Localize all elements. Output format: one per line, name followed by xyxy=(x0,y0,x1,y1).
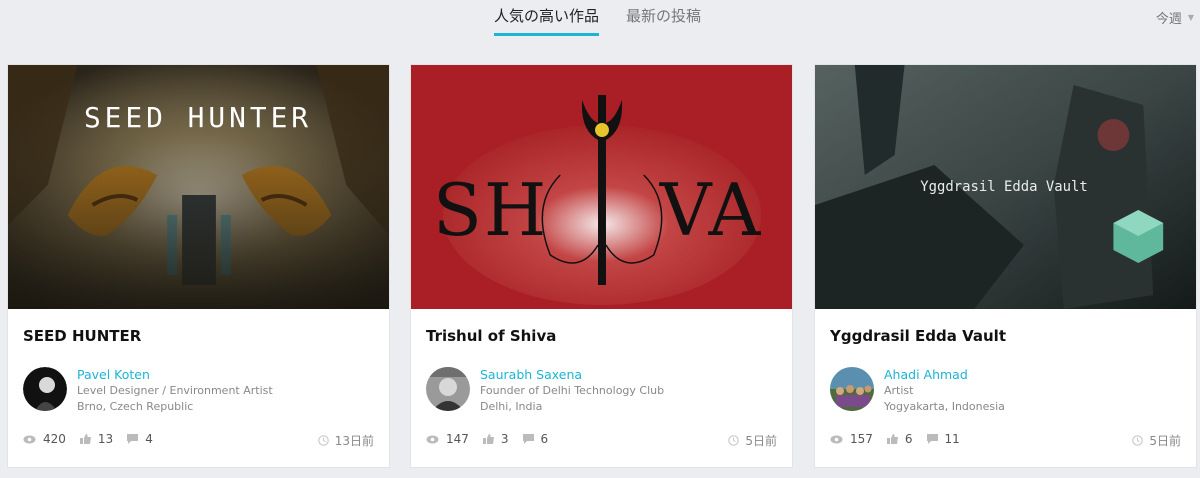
likes-stat: 6 xyxy=(886,432,913,446)
author-location: Yogyakarta, Indonesia xyxy=(884,400,1005,413)
likes-stat: 13 xyxy=(79,432,114,446)
top-bar: 人気の高い作品 最新の投稿 今週 ▼ xyxy=(0,0,1200,52)
stats-row: 147 3 6 xyxy=(426,432,562,446)
author-role: Artist xyxy=(884,384,914,397)
period-label: 今週 xyxy=(1155,12,1182,27)
chevron-down-icon: ▼ xyxy=(1187,13,1194,22)
author-block: Saurabh Saxena Founder of Delhi Technolo… xyxy=(426,367,664,415)
eye-icon xyxy=(426,435,439,443)
comment-icon xyxy=(926,434,938,444)
views-count: 420 xyxy=(43,432,66,446)
tab-latest[interactable]: 最新の投稿 xyxy=(626,0,701,36)
artwork-text-left: SH xyxy=(433,168,548,252)
clock-icon xyxy=(317,435,329,446)
artwork-thumbnail[interactable]: SH VA xyxy=(411,65,792,309)
author-name[interactable]: Saurabh Saxena xyxy=(480,367,664,383)
comments-count: 6 xyxy=(540,432,549,446)
author-name[interactable]: Ahadi Ahmad xyxy=(884,367,1005,383)
views-stat: 420 xyxy=(23,432,66,446)
author-location: Brno, Czech Republic xyxy=(77,400,194,413)
likes-stat: 3 xyxy=(482,432,509,446)
eye-icon xyxy=(23,435,36,443)
thumbs-up-icon xyxy=(886,434,898,444)
sort-tabs: 人気の高い作品 最新の投稿 xyxy=(494,0,728,36)
author-location: Delhi, India xyxy=(480,400,543,413)
avatar[interactable] xyxy=(23,367,67,411)
author-block: Ahadi Ahmad Artist Yogyakarta, Indonesia xyxy=(830,367,1005,415)
views-stat: 147 xyxy=(426,432,469,446)
comment-icon xyxy=(127,434,139,444)
views-count: 147 xyxy=(446,432,469,446)
clock-icon xyxy=(728,435,740,446)
posted-time: 5日前 xyxy=(728,432,777,449)
artwork-title[interactable]: Yggdrasil Edda Vault xyxy=(830,327,1006,345)
clock-icon xyxy=(1132,435,1144,446)
comments-stat: 11 xyxy=(926,432,960,446)
posted-time: 13日前 xyxy=(317,432,374,449)
thumbs-up-icon xyxy=(79,434,91,444)
stats-row: 420 13 4 xyxy=(23,432,167,446)
views-count: 157 xyxy=(850,432,873,446)
eye-icon xyxy=(830,435,843,443)
time-label: 13日前 xyxy=(334,434,374,448)
tab-popular[interactable]: 人気の高い作品 xyxy=(494,0,600,36)
avatar[interactable] xyxy=(426,367,470,411)
comment-icon xyxy=(522,434,534,444)
artwork-thumbnail[interactable]: SEED HUNTER xyxy=(8,65,389,309)
artwork-card: SEED HUNTER SEED HUNTER Pavel Koten Leve… xyxy=(7,64,390,468)
time-label: 5日前 xyxy=(1149,434,1181,448)
artwork-title-text: SEED HUNTER xyxy=(84,101,312,134)
likes-count: 6 xyxy=(904,432,913,446)
author-name[interactable]: Pavel Koten xyxy=(77,367,273,383)
author-role: Level Designer / Environment Artist xyxy=(77,384,273,397)
likes-count: 3 xyxy=(500,432,509,446)
time-label: 5日前 xyxy=(745,434,777,448)
comments-stat: 4 xyxy=(127,432,153,446)
yggdrasil-artwork: Yggdrasil Edda Vault xyxy=(815,65,1196,309)
artwork-text-right: VA xyxy=(659,168,763,252)
thumbs-up-icon xyxy=(482,434,494,444)
artwork-title-text: Yggdrasil Edda Vault xyxy=(920,179,1088,195)
shiva-artwork: SH VA xyxy=(411,65,792,309)
comments-stat: 6 xyxy=(522,432,549,446)
seed-hunter-artwork: SEED HUNTER xyxy=(8,65,389,309)
author-role: Founder of Delhi Technology Club xyxy=(480,384,665,397)
comments-count: 4 xyxy=(145,432,153,446)
artwork-card: Yggdrasil Edda Vault Yggdrasil Edda Vaul… xyxy=(814,64,1197,468)
views-stat: 157 xyxy=(830,432,873,446)
posted-time: 5日前 xyxy=(1132,432,1181,449)
comments-count: 11 xyxy=(944,432,960,446)
likes-count: 13 xyxy=(97,432,114,446)
avatar[interactable] xyxy=(830,367,874,411)
period-select[interactable]: 今週 ▼ xyxy=(1156,8,1194,27)
stats-row: 157 6 11 xyxy=(830,432,974,446)
author-block: Pavel Koten Level Designer / Environment… xyxy=(23,367,273,415)
artwork-card: SH VA Trishul of Shiva Saurabh Saxena Fo… xyxy=(410,64,793,468)
artwork-title[interactable]: Trishul of Shiva xyxy=(426,327,556,345)
artwork-title[interactable]: SEED HUNTER xyxy=(23,327,141,345)
artwork-thumbnail[interactable]: Yggdrasil Edda Vault xyxy=(815,65,1196,309)
